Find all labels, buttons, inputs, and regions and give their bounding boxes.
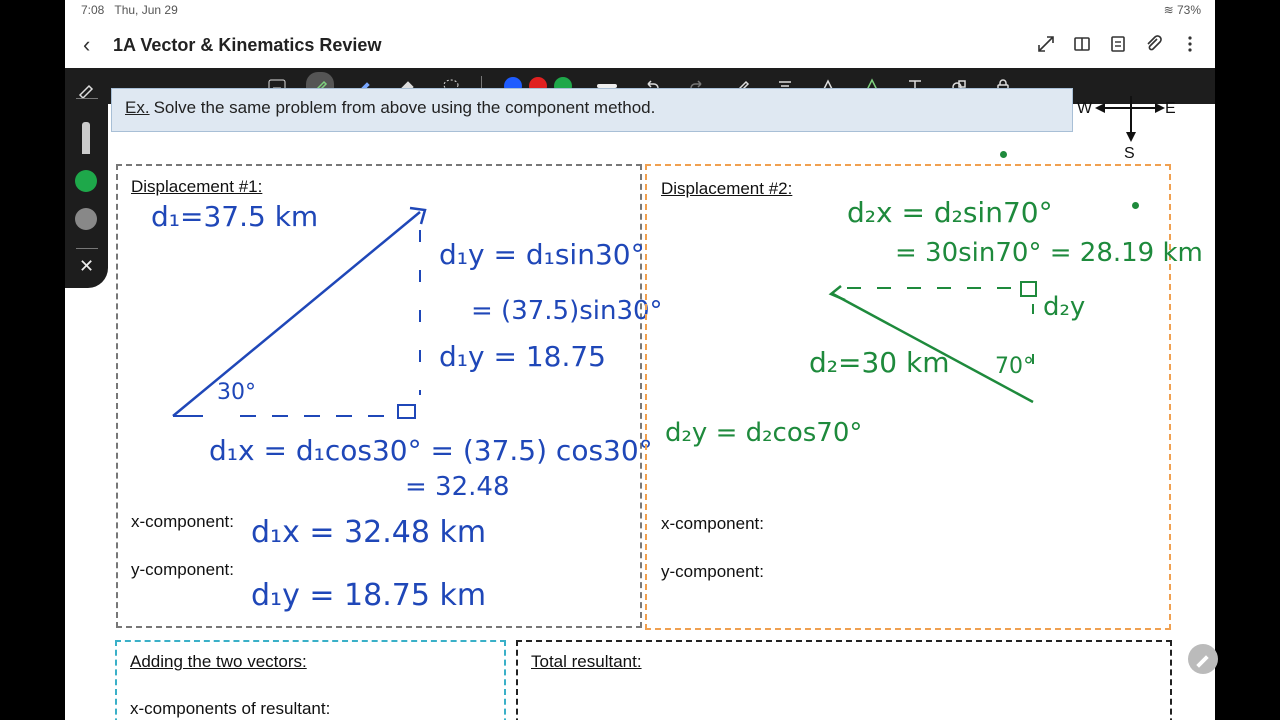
- status-time: 7:08 Thu, Jun 29: [81, 3, 178, 17]
- compass-west: W: [1077, 100, 1093, 117]
- angle-70: 70°: [995, 354, 1034, 379]
- d2y-label: d₂y: [1043, 292, 1086, 322]
- page-title: 1A Vector & Kinematics Review: [113, 35, 382, 55]
- x-component-label: x-component:: [661, 514, 764, 533]
- displacement-2-title: Displacement #2:: [661, 179, 793, 198]
- d2y-equation: d₂y = d₂cos70°: [665, 418, 863, 448]
- displacement-1-title: Displacement #1:: [131, 177, 263, 196]
- vector-d2-diagram: [828, 281, 1037, 404]
- d1x-value: = 32.48: [405, 472, 510, 502]
- floating-pen-icon[interactable]: [1188, 644, 1218, 674]
- y-component-label: y-component:: [131, 560, 234, 579]
- battery-indicator: ≋ 73%: [1163, 3, 1201, 17]
- d1y-equation: d₁y = d₁sin30°: [439, 238, 645, 271]
- document-icon[interactable]: [1107, 33, 1129, 55]
- title-bar: ‹ 1A Vector & Kinematics Review: [65, 22, 1215, 68]
- attach-icon[interactable]: [1143, 33, 1165, 55]
- secondary-color-swatch[interactable]: [75, 208, 97, 230]
- d2x-equation: d₂x = d₂sin70°: [847, 196, 1053, 229]
- more-icon[interactable]: [1179, 33, 1201, 55]
- d1-magnitude: d₁=37.5 km: [151, 200, 319, 233]
- title-actions: [1035, 33, 1201, 55]
- chevron-left-icon[interactable]: ‹: [83, 32, 90, 58]
- notes-screen: 7:08 Thu, Jun 29 ≋ 73% ‹ 1A Vector & Kin…: [65, 0, 1215, 720]
- y-component-label: y-component:: [661, 562, 764, 581]
- panel-divider: [76, 98, 98, 99]
- compass-south: S: [1124, 145, 1135, 162]
- book-icon[interactable]: [1071, 33, 1093, 55]
- angle-30: 30°: [217, 380, 256, 405]
- d1x-equation: d₁x = d₁cos30° = (37.5) cos30°: [209, 434, 653, 467]
- x-component-answer: d₁x = 32.48 km: [251, 515, 487, 550]
- compass-arrows: [1095, 96, 1165, 142]
- status-bar: 7:08 Thu, Jun 29 ≋ 73%: [65, 0, 1215, 22]
- current-color-swatch[interactable]: [75, 170, 97, 192]
- x-component-label: x-component:: [131, 512, 234, 531]
- panel-divider: [76, 248, 98, 249]
- expand-icon[interactable]: [1035, 33, 1057, 55]
- compass-east: E: [1165, 100, 1176, 117]
- x-resultant-label: x-components of resultant:: [130, 699, 331, 718]
- d2-magnitude: d₂=30 km: [809, 346, 950, 379]
- pen-mode-icon[interactable]: [77, 80, 95, 103]
- pen-side-panel: ✕: [65, 68, 108, 288]
- vector-d1-diagram: [172, 206, 427, 419]
- pen-tip-icon[interactable]: [82, 122, 90, 154]
- y-component-answer: d₁y = 18.75 km: [251, 578, 487, 613]
- adding-vectors-title: Adding the two vectors:: [130, 652, 307, 671]
- example-text: Ex. Solve the same problem from above usi…: [125, 98, 656, 117]
- d1y-substitution: = (37.5)sin30°: [471, 296, 663, 326]
- d1y-value: d₁y = 18.75: [439, 340, 606, 373]
- close-icon[interactable]: ✕: [79, 256, 94, 277]
- wifi-icon: ≋: [1163, 3, 1174, 17]
- total-resultant-title: Total resultant:: [531, 652, 642, 671]
- ink-dot: [1000, 151, 1007, 158]
- d2x-value: = 30sin70° = 28.19 km: [895, 238, 1203, 268]
